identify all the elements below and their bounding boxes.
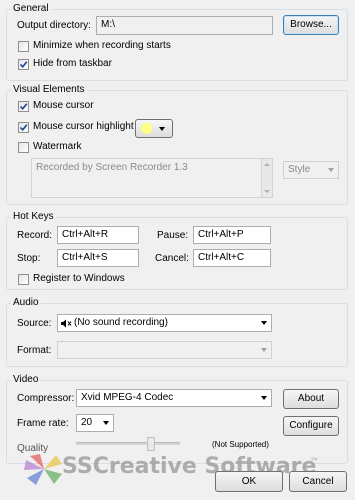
mouse-cursor-label: Mouse cursor <box>33 100 94 111</box>
chevron-down-icon <box>261 396 267 400</box>
audio-source-value: (No sound recording) <box>74 317 168 328</box>
audio-source-dropdown[interactable]: (No sound recording) <box>57 314 272 332</box>
pause-label: Pause: <box>157 230 189 241</box>
stop-hotkey-field[interactable]: Ctrl+Alt+S <box>57 249 139 267</box>
minimize-checkbox[interactable] <box>18 41 29 52</box>
visual-elements-title: Visual Elements <box>11 84 87 95</box>
about-button[interactable]: About <box>283 389 339 409</box>
scroll-down-icon <box>264 190 270 193</box>
highlight-color-picker[interactable] <box>135 119 173 138</box>
logo-tm: ™ <box>310 456 318 465</box>
video-title: Video <box>11 374 41 385</box>
style-dropdown-value: Style <box>288 164 311 175</box>
quality-slider-thumb <box>147 437 155 451</box>
frame-rate-dropdown[interactable]: 20 <box>76 414 114 432</box>
record-label: Record: <box>17 230 53 241</box>
pinwheel-logo-icon <box>24 454 62 485</box>
output-directory-label: Output directory: <box>17 20 91 31</box>
audio-title: Audio <box>11 297 41 308</box>
cursor-highlight-checkbox[interactable] <box>18 122 29 133</box>
audio-format-dropdown[interactable] <box>57 341 272 359</box>
watermark-text: Recorded by Screen Recorder 1.3 <box>36 162 188 173</box>
cancel-hotkey-field[interactable]: Ctrl+Alt+C <box>193 249 271 267</box>
watermark-checkbox[interactable] <box>18 142 29 153</box>
scroll-up-icon <box>264 163 270 166</box>
stop-label: Stop: <box>17 253 41 264</box>
highlight-color-swatch <box>141 123 152 134</box>
quality-note: (Not Supported) <box>212 440 269 449</box>
register-windows-checkbox[interactable] <box>18 274 29 285</box>
hot-keys-title: Hot Keys <box>11 211 56 222</box>
cursor-highlight-label: Mouse cursor highlight <box>33 121 134 132</box>
cancel-hotkey-label: Cancel: <box>155 253 189 264</box>
audio-source-label: Source: <box>17 318 52 329</box>
checkmark-icon <box>19 61 28 69</box>
chevron-down-icon <box>159 127 165 131</box>
frame-rate-value: 20 <box>81 417 93 428</box>
muted-speaker-icon <box>61 319 72 328</box>
cancel-button[interactable]: Cancel <box>289 471 347 492</box>
frame-rate-label: Frame rate: <box>17 418 69 429</box>
general-group-title: General <box>11 3 51 14</box>
register-windows-label: Register to Windows <box>33 273 125 284</box>
watermark-scrollbar[interactable] <box>261 159 272 197</box>
watermark-text-area[interactable]: Recorded by Screen Recorder 1.3 <box>31 158 273 198</box>
record-hotkey-field[interactable]: Ctrl+Alt+R <box>57 226 139 244</box>
checkmark-icon <box>19 124 28 132</box>
chevron-down-icon <box>261 321 267 325</box>
pause-hotkey-field[interactable]: Ctrl+Alt+P <box>193 226 271 244</box>
ok-button[interactable]: OK <box>215 471 283 492</box>
checkmark-icon <box>19 103 28 111</box>
audio-format-label: Format: <box>17 345 52 356</box>
compressor-value: Xvid MPEG-4 Codec <box>81 392 174 403</box>
hide-taskbar-label: Hide from taskbar <box>33 58 112 69</box>
chevron-down-icon <box>103 421 109 425</box>
compressor-dropdown[interactable]: Xvid MPEG-4 Codec <box>76 389 272 407</box>
mouse-cursor-checkbox[interactable] <box>18 101 29 112</box>
minimize-label: Minimize when recording starts <box>33 40 171 51</box>
compressor-label: Compressor: <box>17 393 75 404</box>
hide-taskbar-checkbox[interactable] <box>18 59 29 70</box>
browse-button[interactable]: Browse... <box>283 15 339 35</box>
chevron-down-icon <box>328 168 334 172</box>
style-dropdown[interactable]: Style <box>283 161 339 179</box>
chevron-down-icon <box>261 348 267 352</box>
output-directory-field[interactable]: M:\ <box>96 16 273 35</box>
quality-slider-track <box>76 442 180 445</box>
configure-button[interactable]: Configure <box>283 416 339 436</box>
watermark-label: Watermark <box>33 141 82 152</box>
quality-slider[interactable] <box>76 437 180 451</box>
